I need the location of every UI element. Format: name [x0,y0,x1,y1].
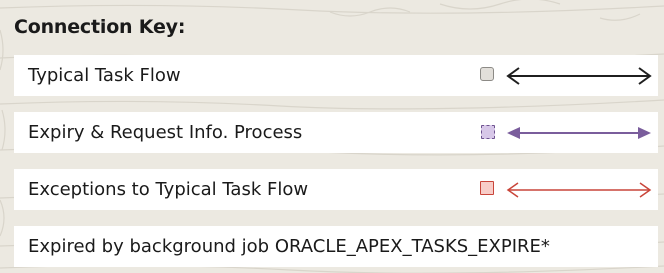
connection-key-panel: Connection Key: Typical Task Flow Expiry… [0,0,664,273]
legend-row-expiry-request-info: Expiry & Request Info. Process [14,112,658,153]
red-swatch-icon [480,181,494,195]
red-double-arrow-icon [506,182,652,198]
black-double-arrow-icon [506,67,652,85]
purple-dashed-swatch-icon [481,125,495,139]
legend-title: Connection Key: [14,16,186,38]
legend-row-typical-task-flow: Typical Task Flow [14,55,658,96]
legend-row-expired-by-background-job: Expired by background job ORACLE_APEX_TA… [14,226,658,267]
legend-label: Expired by background job ORACLE_APEX_TA… [28,236,550,257]
purple-double-arrow-icon [507,127,651,139]
legend-label: Typical Task Flow [28,65,181,86]
gray-swatch-icon [480,67,494,81]
legend-label: Expiry & Request Info. Process [28,122,303,143]
legend-row-exceptions: Exceptions to Typical Task Flow [14,169,658,210]
legend-label: Exceptions to Typical Task Flow [28,179,309,200]
